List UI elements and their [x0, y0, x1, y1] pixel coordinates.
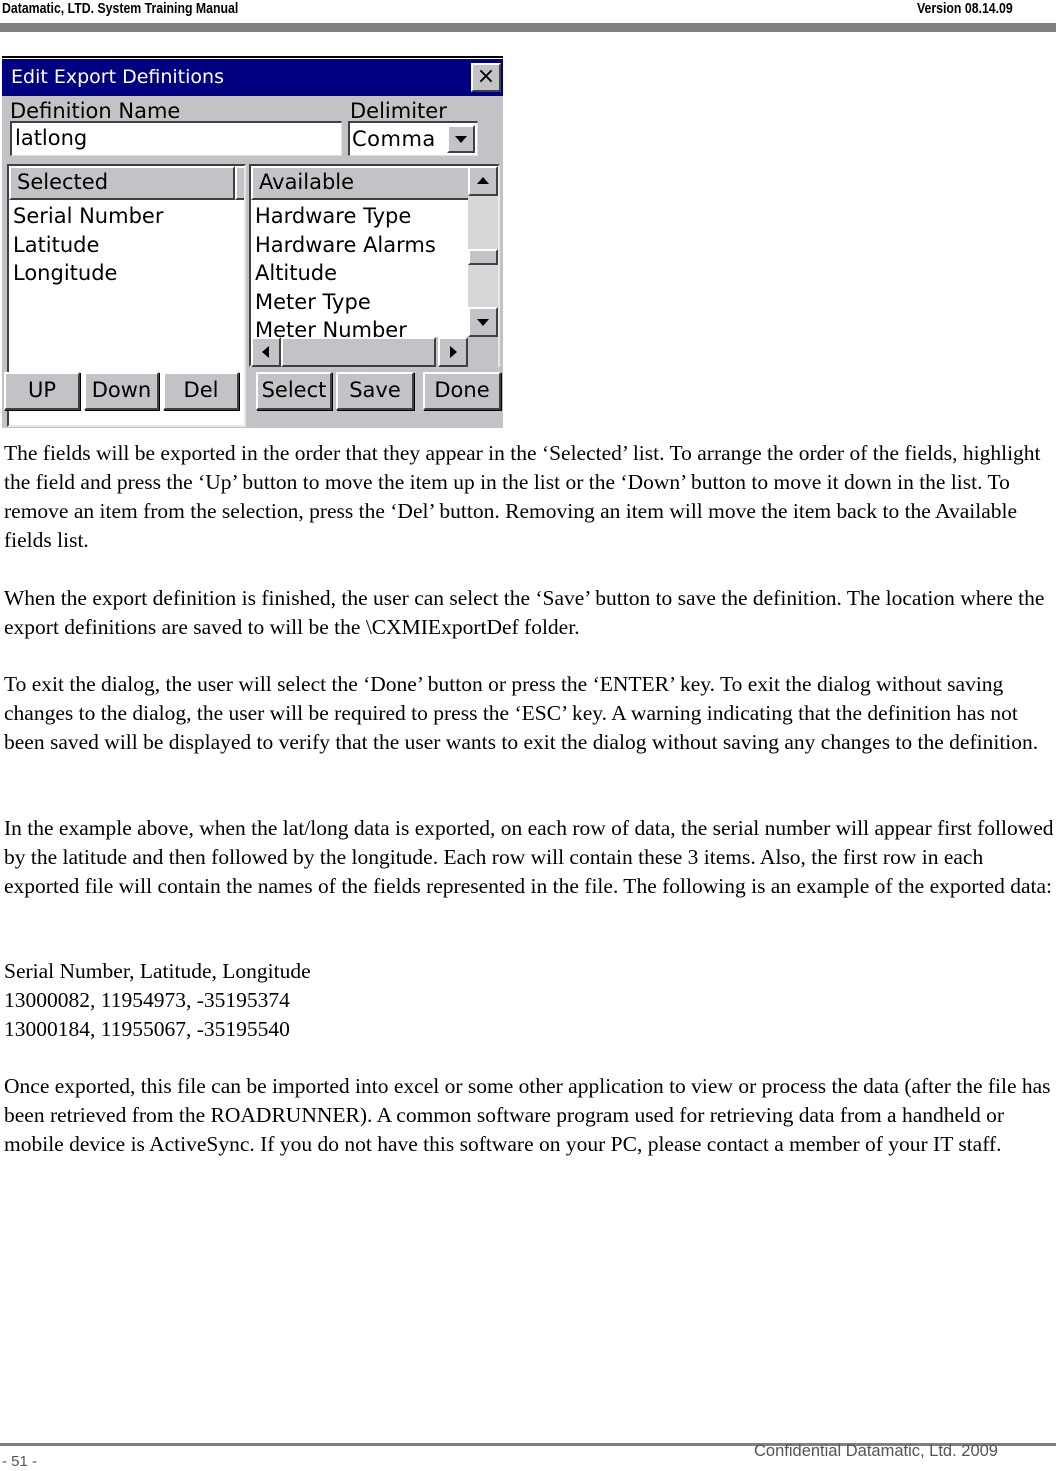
edit-export-definitions-dialog: Edit Export Definitions × Definition Nam…	[2, 59, 503, 428]
scroll-down-button[interactable]	[468, 307, 498, 337]
chevron-down-icon	[455, 136, 467, 143]
paragraph-text: To exit the dialog, the user will select…	[4, 672, 1039, 754]
save-button[interactable]: Save	[336, 372, 414, 410]
selected-column-header[interactable]: Selected	[9, 166, 235, 200]
available-horizontal-scrollbar[interactable]	[251, 337, 470, 367]
done-button[interactable]: Done	[423, 372, 501, 410]
manual-version: Version 08.14.09	[917, 0, 1013, 17]
list-item[interactable]: Latitude	[13, 231, 163, 260]
arrow-right-icon	[450, 346, 457, 358]
manual-title: Datamatic, LTD. System Training Manual	[2, 0, 239, 17]
delimiter-select[interactable]: Comma	[348, 121, 478, 156]
paragraph-text: The fields will be exported in the order…	[4, 441, 1041, 552]
arrow-up-icon	[477, 177, 489, 184]
list-item[interactable]: Hardware Type	[255, 202, 436, 231]
available-items: Hardware Type Hardware Alarms Altitude M…	[255, 202, 436, 345]
sample-line: 13000082, 11954973, -35195374	[4, 988, 290, 1012]
definition-name-label: Definition Name	[10, 99, 181, 123]
horizontal-scroll-thumb[interactable]	[281, 337, 436, 367]
list-item[interactable]: Hardware Alarms	[255, 231, 436, 260]
header-divider	[0, 23, 1056, 32]
down-button[interactable]: Down	[84, 372, 159, 410]
list-item[interactable]: Altitude	[255, 259, 436, 288]
paragraph-save-definition: When the export definition is finished, …	[4, 584, 1056, 642]
del-button[interactable]: Del	[163, 372, 239, 410]
exported-data-sample: Serial Number, Latitude, Longitude 13000…	[4, 957, 1056, 1044]
delimiter-dropdown-button[interactable]	[447, 125, 475, 153]
selected-column-header-filler	[235, 166, 244, 200]
page-number: - 51 -	[2, 1453, 38, 1470]
selected-items: Serial Number Latitude Longitude	[13, 202, 163, 288]
available-column-header[interactable]: Available	[251, 166, 470, 200]
scroll-up-button[interactable]	[468, 166, 498, 196]
vertical-scroll-thumb[interactable]	[468, 249, 498, 265]
paragraph-example-explanation: In the example above, when the lat/long …	[4, 814, 1056, 901]
arrow-left-icon	[262, 346, 269, 358]
up-button[interactable]: UP	[4, 372, 80, 410]
available-vertical-scrollbar[interactable]	[468, 166, 498, 337]
scroll-left-button[interactable]	[251, 337, 281, 367]
confidential-notice: Confidential Datamatic, Ltd. 2009	[754, 1442, 998, 1460]
arrow-down-icon	[477, 319, 489, 326]
scrollbar-corner	[470, 337, 498, 367]
definition-name-input[interactable]: latlong	[10, 121, 342, 156]
list-item[interactable]: Meter Type	[255, 288, 436, 317]
close-button[interactable]: ×	[471, 63, 501, 92]
paragraph-text: When the export definition is finished, …	[4, 586, 1045, 639]
paragraph-field-order: The fields will be exported in the order…	[4, 439, 1056, 555]
dialog-title: Edit Export Definitions	[11, 66, 224, 88]
list-item[interactable]: Serial Number	[13, 202, 163, 231]
scroll-right-button[interactable]	[438, 337, 468, 367]
dialog-titlebar: Edit Export Definitions ×	[2, 59, 503, 96]
paragraph-text: Once exported, this file can be imported…	[4, 1074, 1051, 1156]
sample-line: 13000184, 11955067, -35195540	[4, 1017, 290, 1041]
figure-top-rule	[2, 56, 503, 58]
list-item[interactable]: Longitude	[13, 259, 163, 288]
select-button[interactable]: Select	[256, 372, 332, 410]
paragraph-text: In the example above, when the lat/long …	[4, 816, 1054, 898]
delimiter-value: Comma	[352, 127, 436, 151]
paragraph-exit-dialog: To exit the dialog, the user will select…	[4, 670, 1056, 757]
paragraph-import-info: Once exported, this file can be imported…	[4, 1072, 1056, 1159]
close-icon: ×	[476, 64, 496, 89]
sample-line: Serial Number, Latitude, Longitude	[4, 959, 311, 983]
delimiter-label: Delimiter	[350, 99, 447, 123]
